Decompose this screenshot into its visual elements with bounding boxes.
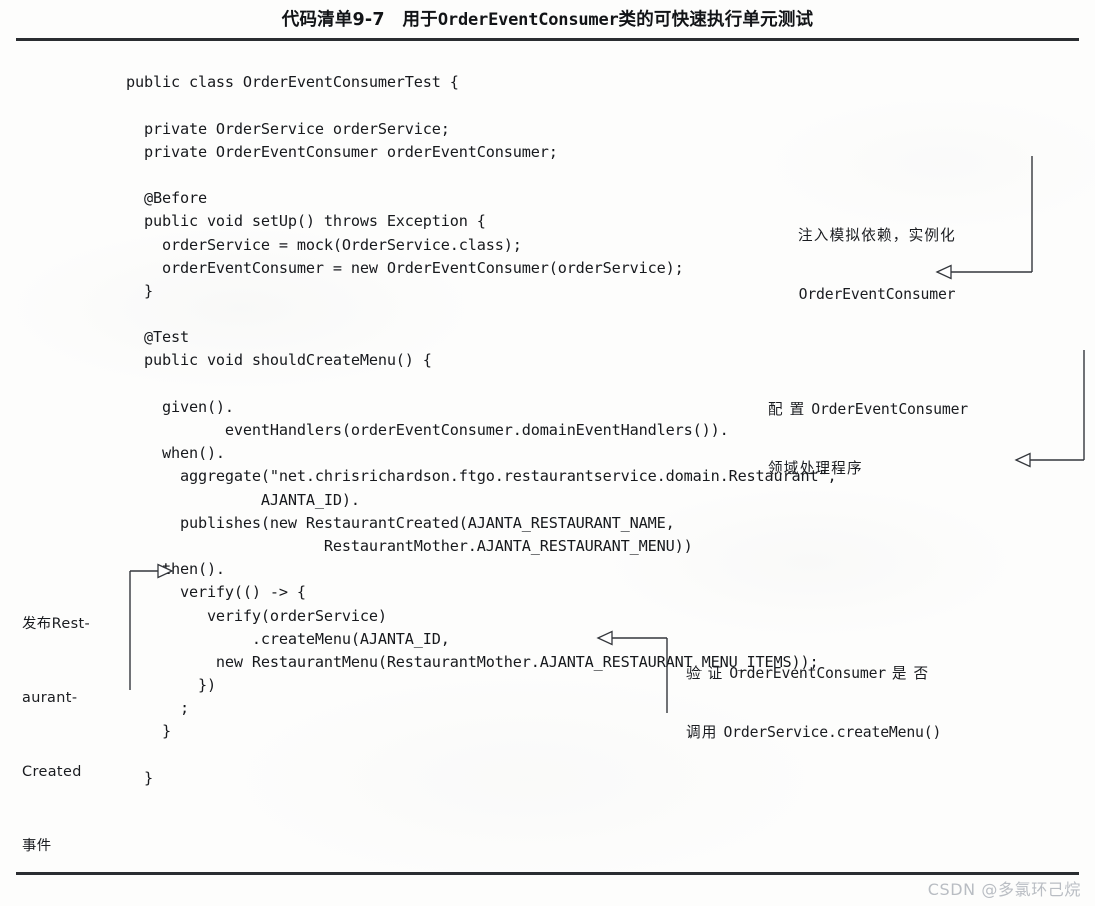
annotation-publish-event: 发布Rest- aurant- Created 事件 [22, 562, 90, 909]
annotation-configure-handlers-cn: 配 置 [768, 401, 812, 418]
csdn-watermark: CSDN @多氯环己烷 [927, 880, 1081, 899]
caption-prefix: 代码清单9-7 [281, 10, 385, 30]
code-line-22: then(). [126, 560, 225, 579]
annotation-configure-handlers-line2: 领域处理程序 [768, 460, 863, 477]
code-line-13: public void shouldCreateMenu() { [126, 351, 432, 370]
code-line-16: eventHandlers(orderEventConsumer.domainE… [126, 421, 729, 439]
annotation-configure-handlers-line1: 配 置 OrderEventConsumer [768, 398, 1068, 421]
code-line-24: verify(orderService) [126, 606, 387, 625]
annotation-publish-event-line1: 发布Rest- [22, 616, 91, 632]
code-line-15: given(). [126, 397, 234, 416]
code-line-21: RestaurantMother.AJANTA_RESTAURANT_MENU)… [126, 536, 693, 555]
listing-caption: 代码清单9-7 用于OrderEventConsumer类的可快速执行单元测试 [0, 6, 1095, 31]
annotation-configure-handlers: 配 置 OrderEventConsumer 领域处理程序 [768, 362, 1068, 516]
caption-divider-top [16, 38, 1079, 41]
code-line-9: orderEventConsumer = new OrderEventConsu… [126, 258, 684, 277]
annotation-verify-mono-a: OrderEventConsumer [729, 665, 887, 682]
code-line-10: } [126, 281, 153, 300]
code-line-3: private OrderService orderService; [126, 119, 450, 138]
code-line-7: public void setUp() throws Exception { [126, 212, 486, 231]
code-line-20: publishes(new RestaurantCreated(AJANTA_R… [126, 513, 675, 532]
caption-suffix: 类的可快速执行单元测试 [618, 10, 814, 30]
caption-mid: 用于 [402, 10, 438, 30]
code-line-4: private OrderEventConsumer orderEventCon… [126, 142, 558, 161]
annotation-publish-event-line2: aurant- [22, 690, 78, 706]
annotation-verify-createmenu-line2: 调用 OrderService.createMenu() [686, 721, 1086, 744]
annotation-publish-event-line4: 事件 [22, 838, 52, 854]
code-line-18: aggregate("net.chrisrichardson.ftgo.rest… [126, 467, 837, 486]
annotation-verify-cn-b: 是 否 [886, 665, 930, 682]
code-line-8: orderService = mock(OrderService.class); [126, 235, 522, 254]
code-line-12: @Test [126, 328, 189, 347]
listing-divider-bottom [16, 872, 1079, 875]
annotation-verify-createmenu-line1: 验 证 OrderEventConsumer 是 否 [686, 662, 1086, 685]
annotation-inject-mocks-line1: 注入模拟依赖，实例化 [798, 227, 956, 244]
code-line-1: public class OrderEventConsumerTest { [126, 73, 459, 92]
code-line-19: AJANTA_ID). [126, 490, 360, 509]
annotation-verify-createmenu: 验 证 OrderEventConsumer 是 否 调用 OrderServi… [686, 626, 1086, 780]
code-line-17: when(). [126, 444, 225, 463]
caption-class-name: OrderEventConsumer [437, 10, 619, 30]
annotation-verify-cn-c: 调用 [686, 724, 724, 741]
annotation-configure-handlers-mono: OrderEventConsumer [811, 401, 969, 418]
annotation-inject-mocks-line2: OrderEventConsumer [798, 286, 956, 303]
annotation-inject-mocks: 注入模拟依赖，实例化 OrderEventConsumer [762, 188, 992, 342]
annotation-publish-event-line3: Created [22, 764, 82, 780]
annotation-verify-cn-a: 验 证 [686, 665, 730, 682]
annotation-verify-mono-b: OrderService.createMenu() [723, 724, 942, 741]
page-canvas: 代码清单9-7 用于OrderEventConsumer类的可快速执行单元测试 … [0, 0, 1095, 906]
code-line-6: @Before [126, 189, 207, 208]
code-line-23: verify(() -> { [126, 583, 306, 602]
